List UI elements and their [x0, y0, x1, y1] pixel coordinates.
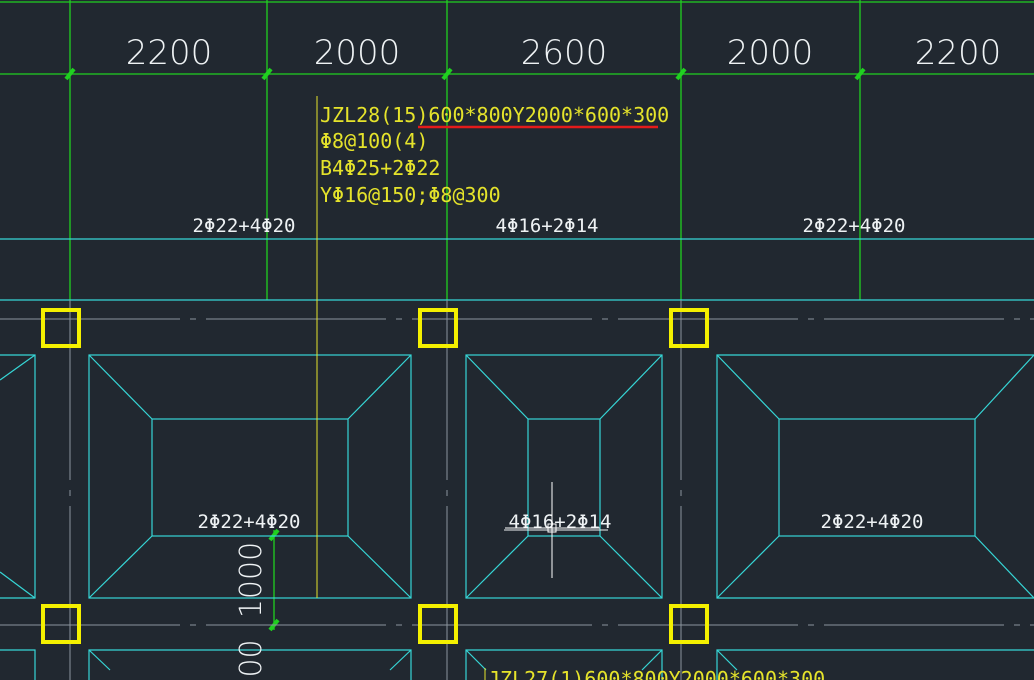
dimension-label: 2200 — [915, 33, 1002, 73]
vertical-dimension-label: 000 — [234, 639, 269, 680]
dimension-label: 2000 — [727, 33, 814, 73]
vertical-dimension-label: 1000 — [234, 542, 269, 618]
beam-annotation-line: Φ8@100(4) — [320, 129, 428, 153]
dimension-label: 2600 — [521, 33, 608, 73]
rebar-label: 4Φ16+2Φ14 — [496, 215, 599, 237]
rebar-label: 2Φ22+4Φ20 — [803, 215, 906, 237]
rebar-label: 2Φ22+4Φ20 — [193, 215, 296, 237]
dimension-label: 2000 — [314, 33, 401, 73]
drawing-background — [0, 0, 1034, 680]
bottom-beam-annotation[interactable]: JZL27(1)600*800Y2000*600*300 — [488, 667, 825, 680]
rebar-label: 2Φ22+4Φ20 — [198, 511, 301, 533]
beam-annotation-line: JZL28(15)600*800Y2000*600*300 — [320, 103, 669, 127]
cad-drawing-canvas[interactable]: 2200 2000 2600 2000 2200 1000 000 JZL28(… — [0, 0, 1034, 680]
rebar-label: 2Φ22+4Φ20 — [821, 511, 924, 533]
beam-annotation-line: YΦ16@150;Φ8@300 — [320, 183, 501, 207]
dimension-label: 2200 — [126, 33, 213, 73]
beam-annotation-line: B4Φ25+2Φ22 — [320, 156, 440, 180]
